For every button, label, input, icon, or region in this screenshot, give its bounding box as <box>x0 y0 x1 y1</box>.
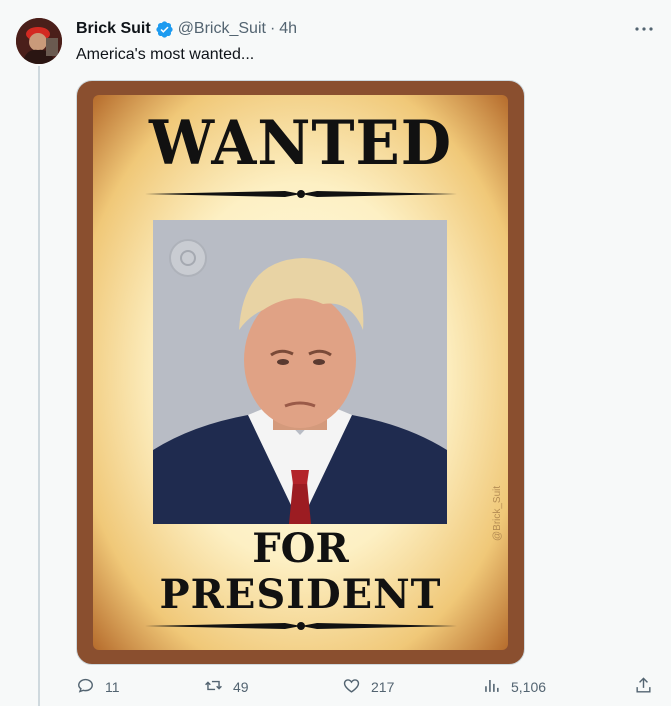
tweet-header: Brick Suit @Brick_Suit · 4h <box>76 18 297 40</box>
poster-divider-top <box>145 190 457 198</box>
tweet-media[interactable]: WANTED FOR PRESIDENT @Brick_Suit <box>76 80 525 665</box>
views-count: 5,106 <box>511 679 547 695</box>
separator-dot: · <box>269 20 276 37</box>
thread-line <box>38 66 40 706</box>
tweet-text: America's most wanted... <box>76 46 255 63</box>
repost-icon <box>204 676 223 698</box>
mugshot-photo <box>153 220 447 524</box>
like-icon <box>342 676 361 698</box>
tweet-time[interactable]: 4h <box>279 20 297 38</box>
tweet-actions: 11 49 217 5,106 <box>76 676 656 700</box>
verified-badge-icon <box>155 20 174 39</box>
poster-line-president: PRESIDENT <box>159 571 442 618</box>
poster-line-for: FOR <box>252 525 349 572</box>
more-icon[interactable] <box>633 20 655 38</box>
views-icon <box>482 676 501 698</box>
like-count: 217 <box>371 679 395 695</box>
author-handle[interactable]: @Brick_Suit <box>178 20 266 38</box>
repost-button[interactable]: 49 <box>204 676 249 698</box>
reply-icon <box>76 676 95 698</box>
poster-headline: WANTED <box>148 107 453 179</box>
author-name[interactable]: Brick Suit <box>76 20 151 38</box>
repost-count: 49 <box>233 679 249 695</box>
share-icon <box>634 676 653 698</box>
reply-button[interactable]: 11 <box>76 676 120 698</box>
like-button[interactable]: 217 <box>342 676 394 698</box>
poster-divider-bottom <box>145 622 457 630</box>
poster-watermark: @Brick_Suit <box>492 485 503 541</box>
avatar[interactable] <box>16 18 62 64</box>
views-button[interactable]: 5,106 <box>482 676 546 698</box>
reply-count: 11 <box>105 679 120 695</box>
share-button[interactable] <box>634 676 653 698</box>
